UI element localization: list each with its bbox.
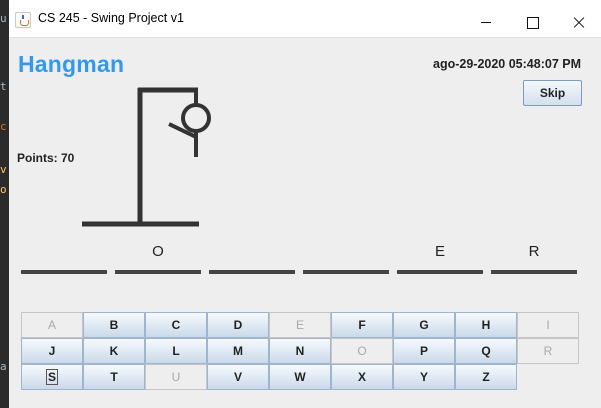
letter-button-i: I bbox=[517, 312, 579, 338]
letter-button-n[interactable]: N bbox=[269, 338, 331, 364]
letter-button-f[interactable]: F bbox=[331, 312, 393, 338]
letter-button-label: C bbox=[171, 318, 181, 332]
letter-slot bbox=[209, 233, 295, 278]
slot-underline bbox=[397, 270, 483, 274]
slot-letter: R bbox=[528, 243, 540, 260]
letter-button-label: O bbox=[357, 344, 367, 358]
letter-button-d[interactable]: D bbox=[207, 312, 269, 338]
java-cup-icon bbox=[15, 12, 31, 28]
letter-button-t[interactable]: T bbox=[83, 364, 145, 390]
background-code-fragment: t bbox=[0, 80, 7, 93]
game-panel: Hangman ago-29-2020 05:48:07 PM Skip Poi… bbox=[9, 38, 601, 408]
slot-underline bbox=[115, 270, 201, 274]
letter-button-v[interactable]: V bbox=[207, 364, 269, 390]
slot-letter: O bbox=[152, 243, 164, 260]
letter-button-label: S bbox=[45, 369, 59, 385]
letter-button-r: R bbox=[517, 338, 579, 364]
slot-underline bbox=[21, 270, 107, 274]
minimize-button[interactable] bbox=[463, 0, 509, 38]
letter-keyboard: A B C D E F G H I J K L M N O P Q R S T U V W X Y Z bbox=[21, 312, 579, 390]
letter-button-a: A bbox=[21, 312, 83, 338]
letter-slot bbox=[21, 233, 107, 278]
slot-letter: E bbox=[434, 243, 445, 260]
letter-button-label: P bbox=[419, 344, 428, 358]
letter-button-h[interactable]: H bbox=[455, 312, 517, 338]
background-code-fragment: a bbox=[0, 360, 7, 373]
maximize-button[interactable] bbox=[509, 0, 555, 38]
letter-button-b[interactable]: B bbox=[83, 312, 145, 338]
background-code-fragment: v bbox=[0, 163, 7, 176]
letter-button-e: E bbox=[269, 312, 331, 338]
close-button[interactable] bbox=[555, 0, 601, 38]
letter-button-k[interactable]: K bbox=[83, 338, 145, 364]
letter-button-p[interactable]: P bbox=[393, 338, 455, 364]
letter-button-label: R bbox=[543, 344, 553, 358]
letter-button-label: W bbox=[294, 370, 306, 384]
letter-button-label: G bbox=[419, 318, 429, 332]
letter-button-q[interactable]: Q bbox=[455, 338, 517, 364]
letter-slot: R bbox=[491, 233, 577, 278]
letter-button-label: V bbox=[233, 370, 242, 384]
letter-button-label: Q bbox=[481, 344, 491, 358]
title-bar[interactable]: CS 245 - Swing Project v1 bbox=[9, 0, 601, 38]
letter-button-label: H bbox=[481, 318, 491, 332]
letter-button-label: J bbox=[48, 344, 56, 358]
letter-button-label: I bbox=[546, 318, 550, 332]
hangman-drawing bbox=[82, 87, 211, 227]
letter-button-c[interactable]: C bbox=[145, 312, 207, 338]
letter-button-label: Z bbox=[482, 370, 490, 384]
letter-slot bbox=[303, 233, 389, 278]
letter-button-label: X bbox=[357, 370, 366, 384]
background-code-fragment: c bbox=[0, 120, 7, 133]
letter-button-label: E bbox=[295, 318, 304, 332]
letter-button-label: Y bbox=[419, 370, 428, 384]
letter-slot: E bbox=[397, 233, 483, 278]
letter-button-j[interactable]: J bbox=[21, 338, 83, 364]
letter-button-s[interactable]: S bbox=[21, 364, 83, 390]
slot-underline bbox=[303, 270, 389, 274]
slot-underline bbox=[209, 270, 295, 274]
app-window: CS 245 - Swing Project v1 Hangman ago-29… bbox=[9, 0, 601, 408]
letter-button-label: N bbox=[295, 344, 305, 358]
letter-button-u: U bbox=[145, 364, 207, 390]
letter-button-z[interactable]: Z bbox=[455, 364, 517, 390]
letter-button-label: B bbox=[109, 318, 119, 332]
hangman-head bbox=[181, 103, 211, 133]
background-code-fragment: o bbox=[0, 183, 7, 196]
letter-button-o: O bbox=[331, 338, 393, 364]
letter-button-g[interactable]: G bbox=[393, 312, 455, 338]
letter-button-label: M bbox=[233, 344, 243, 358]
slot-underline bbox=[491, 270, 577, 274]
letter-button-y[interactable]: Y bbox=[393, 364, 455, 390]
window-title: CS 245 - Swing Project v1 bbox=[38, 11, 184, 25]
letter-button-label: L bbox=[172, 344, 180, 358]
letter-button-label: U bbox=[171, 370, 181, 384]
letter-button-label: F bbox=[358, 318, 366, 332]
letter-button-l[interactable]: L bbox=[145, 338, 207, 364]
letter-button-label: D bbox=[233, 318, 243, 332]
letter-button-label: K bbox=[109, 344, 119, 358]
letter-button-label: T bbox=[110, 370, 118, 384]
letter-slot: O bbox=[115, 233, 201, 278]
letter-button-x[interactable]: X bbox=[331, 364, 393, 390]
letter-button-label: A bbox=[47, 318, 56, 332]
letter-button-w[interactable]: W bbox=[269, 364, 331, 390]
background-code-fragment: u bbox=[0, 12, 7, 25]
letter-button-m[interactable]: M bbox=[207, 338, 269, 364]
